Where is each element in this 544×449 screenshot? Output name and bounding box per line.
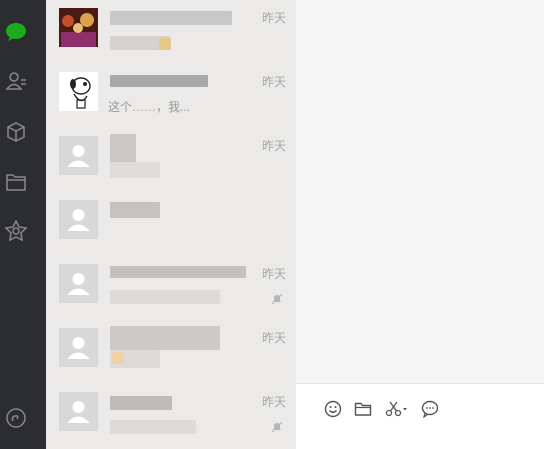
- contact-name: [110, 75, 208, 87]
- contact-name: [110, 266, 246, 278]
- message-preview: [110, 290, 220, 304]
- box-icon[interactable]: [4, 120, 28, 144]
- contact-name: [110, 326, 220, 350]
- message-time: 昨天: [261, 11, 286, 25]
- sidebar: [0, 0, 46, 449]
- message-time: 昨天: [261, 75, 286, 89]
- message-preview: [112, 352, 124, 364]
- conversation-panel: [296, 0, 544, 449]
- chat-history-icon[interactable]: [421, 400, 439, 419]
- message-preview: [110, 420, 196, 434]
- message-preview: 这个……，我...: [108, 100, 191, 114]
- folder-icon[interactable]: [354, 400, 372, 418]
- message-time: 昨天: [261, 331, 286, 345]
- emoji-icon[interactable]: [324, 400, 342, 418]
- avatar: [59, 392, 98, 431]
- chat-item[interactable]: 昨天: [46, 320, 296, 384]
- message-time: 昨天: [261, 139, 286, 153]
- message-input-area[interactable]: [296, 384, 544, 449]
- chat-item[interactable]: 这个……，我... 昨天: [46, 64, 296, 128]
- chat-list: 昨天 这个……，我... 昨天 昨天 昨天 昨天 昨天: [46, 0, 296, 449]
- miniprogram-icon[interactable]: [4, 406, 28, 430]
- chat-item[interactable]: 昨天: [46, 384, 296, 448]
- chat-item[interactable]: [46, 192, 296, 256]
- chat-icon[interactable]: [4, 20, 28, 44]
- chat-item[interactable]: 昨天: [46, 128, 296, 192]
- scissors-icon[interactable]: [385, 400, 409, 418]
- avatar: [59, 136, 98, 175]
- chat-item[interactable]: 昨天: [46, 256, 296, 320]
- message-preview: [110, 162, 160, 178]
- avatar: [59, 264, 98, 303]
- contact-name: [110, 202, 160, 218]
- contacts-icon[interactable]: [4, 69, 28, 93]
- avatar: [59, 72, 98, 111]
- avatar: [59, 328, 98, 367]
- message-preview: [159, 38, 171, 50]
- message-time: 昨天: [261, 267, 286, 281]
- mute-icon: [271, 420, 283, 433]
- mute-icon: [271, 292, 283, 305]
- avatar: [59, 200, 98, 239]
- message-time: 昨天: [261, 395, 286, 409]
- contact-name: [110, 396, 172, 410]
- avatar: [59, 8, 98, 47]
- chat-item[interactable]: 昨天: [46, 0, 296, 64]
- contact-name: [110, 11, 232, 25]
- contact-name: [110, 134, 136, 162]
- favorites-icon[interactable]: [4, 219, 28, 243]
- folder-icon[interactable]: [4, 170, 28, 194]
